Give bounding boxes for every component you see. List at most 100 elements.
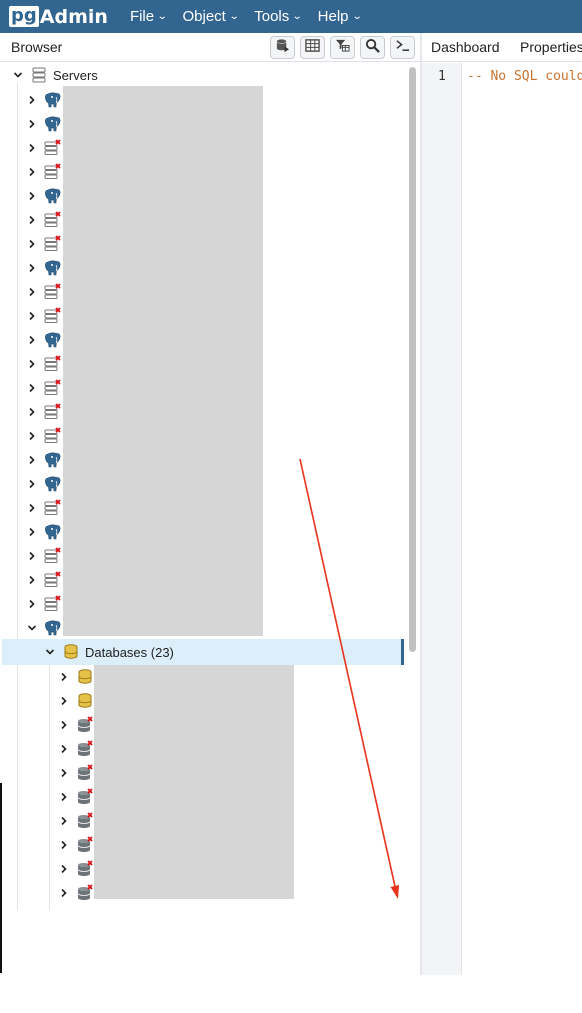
database-disconnected-icon bbox=[76, 764, 94, 782]
tree-row-server[interactable] bbox=[25, 232, 62, 256]
tree-row-server[interactable] bbox=[25, 280, 62, 304]
tree-row-database[interactable] bbox=[57, 881, 94, 905]
tree-row-server[interactable] bbox=[25, 616, 62, 640]
database-disconnected-icon bbox=[76, 884, 94, 902]
tree-row-server[interactable] bbox=[25, 112, 62, 136]
tab-dashboard[interactable]: Dashboard bbox=[431, 39, 500, 55]
chevron-right-icon[interactable] bbox=[25, 573, 39, 587]
chevron-right-icon[interactable] bbox=[25, 309, 39, 323]
database-icon bbox=[76, 692, 94, 710]
chevron-right-icon[interactable] bbox=[25, 405, 39, 419]
tree-row-server[interactable] bbox=[25, 568, 62, 592]
tree-row-server[interactable] bbox=[25, 160, 62, 184]
menu-help[interactable]: Help ⌄ bbox=[318, 8, 363, 25]
chevron-right-icon[interactable] bbox=[25, 525, 39, 539]
chevron-right-icon[interactable] bbox=[25, 381, 39, 395]
chevron-right-icon[interactable] bbox=[57, 694, 71, 708]
tree-row-server[interactable] bbox=[25, 424, 62, 448]
postgres-server-icon bbox=[44, 523, 62, 541]
chevron-right-icon[interactable] bbox=[57, 742, 71, 756]
chevron-right-icon[interactable] bbox=[25, 333, 39, 347]
filter-rows-button[interactable] bbox=[330, 36, 355, 59]
chevron-down-icon[interactable] bbox=[43, 645, 57, 659]
chevron-right-icon[interactable] bbox=[25, 237, 39, 251]
search-objects-button[interactable] bbox=[360, 36, 385, 59]
tree-row-database[interactable] bbox=[57, 713, 94, 737]
browser-panel-title: Browser bbox=[11, 39, 63, 55]
chevron-right-icon[interactable] bbox=[25, 165, 39, 179]
chevron-right-icon[interactable] bbox=[57, 766, 71, 780]
tree-row-server[interactable] bbox=[25, 304, 62, 328]
chevron-right-icon[interactable] bbox=[25, 93, 39, 107]
chevron-right-icon[interactable] bbox=[57, 670, 71, 684]
server-disconnected-icon bbox=[44, 355, 62, 373]
tree-row-server[interactable] bbox=[25, 520, 62, 544]
chevron-right-icon[interactable] bbox=[25, 501, 39, 515]
chevron-right-icon[interactable] bbox=[25, 357, 39, 371]
menu-file[interactable]: File ⌄ bbox=[130, 8, 168, 25]
tree-row-server[interactable] bbox=[25, 136, 62, 160]
tree-scrollbar-thumb[interactable] bbox=[409, 67, 416, 652]
chevron-right-icon[interactable] bbox=[25, 285, 39, 299]
chevron-right-icon[interactable] bbox=[57, 790, 71, 804]
chevron-right-icon[interactable] bbox=[57, 838, 71, 852]
tree-row-database[interactable] bbox=[57, 809, 94, 833]
chevron-down-icon[interactable] bbox=[11, 68, 25, 82]
tree-row-server[interactable] bbox=[25, 448, 62, 472]
redacted-database-names bbox=[94, 665, 294, 899]
chevron-right-icon[interactable] bbox=[25, 189, 39, 203]
tree-row-server[interactable] bbox=[25, 592, 62, 616]
tree-row-servers[interactable]: Servers bbox=[11, 63, 98, 87]
chevron-right-icon[interactable] bbox=[25, 453, 39, 467]
chevron-right-icon[interactable] bbox=[57, 814, 71, 828]
chevron-right-icon[interactable] bbox=[25, 117, 39, 131]
chevron-right-icon[interactable] bbox=[57, 718, 71, 732]
chevron-right-icon[interactable] bbox=[25, 261, 39, 275]
tree-row-database[interactable] bbox=[57, 857, 94, 881]
tree-row-database[interactable] bbox=[57, 737, 94, 761]
tree-row-server[interactable] bbox=[25, 472, 62, 496]
tree-row-server[interactable] bbox=[25, 376, 62, 400]
view-data-button[interactable] bbox=[300, 36, 325, 59]
chevron-right-icon[interactable] bbox=[25, 213, 39, 227]
chevron-down-icon: ⌄ bbox=[351, 11, 363, 22]
menu-tools[interactable]: Tools ⌄ bbox=[254, 8, 303, 25]
tree-row-server[interactable] bbox=[25, 256, 62, 280]
menu-tools-label: Tools bbox=[254, 8, 290, 25]
tree-row-database[interactable] bbox=[57, 665, 94, 689]
chevron-right-icon[interactable] bbox=[25, 141, 39, 155]
server-disconnected-icon bbox=[44, 139, 62, 157]
chevron-right-icon[interactable] bbox=[25, 429, 39, 443]
tab-properties[interactable]: Properties bbox=[520, 39, 582, 55]
servers-label: Servers bbox=[53, 67, 98, 83]
tree-row-server[interactable] bbox=[25, 208, 62, 232]
query-tool-button[interactable] bbox=[270, 36, 295, 59]
tree-row-database[interactable] bbox=[57, 833, 94, 857]
psql-tool-button[interactable] bbox=[390, 36, 415, 59]
tree-row-server[interactable] bbox=[25, 328, 62, 352]
databases-label: Databases (23) bbox=[85, 644, 174, 660]
chevron-right-icon[interactable] bbox=[57, 862, 71, 876]
tree-row-server[interactable] bbox=[25, 184, 62, 208]
chevron-down-icon[interactable] bbox=[25, 621, 39, 635]
database-disconnected-icon bbox=[76, 740, 94, 758]
tree-row-databases[interactable]: Databases (23) bbox=[43, 640, 174, 664]
tree-row-database[interactable] bbox=[57, 761, 94, 785]
tree-row-database[interactable] bbox=[57, 785, 94, 809]
tree-row-server[interactable] bbox=[25, 352, 62, 376]
tree-row-server[interactable] bbox=[25, 544, 62, 568]
database-disconnected-icon bbox=[76, 788, 94, 806]
chevron-right-icon[interactable] bbox=[25, 549, 39, 563]
chevron-right-icon[interactable] bbox=[25, 597, 39, 611]
chevron-right-icon[interactable] bbox=[25, 477, 39, 491]
tree-row-database[interactable] bbox=[57, 689, 94, 713]
database-disconnected-icon bbox=[76, 860, 94, 878]
tree-row-server[interactable] bbox=[25, 400, 62, 424]
tree-row-server[interactable] bbox=[25, 88, 62, 112]
menu-object[interactable]: Object ⌄ bbox=[183, 8, 240, 25]
server-disconnected-icon bbox=[44, 211, 62, 229]
chevron-right-icon[interactable] bbox=[57, 886, 71, 900]
sql-editor-text[interactable]: -- No SQL could be generated for the sel… bbox=[467, 69, 582, 84]
server-disconnected-icon bbox=[44, 499, 62, 517]
tree-row-server[interactable] bbox=[25, 496, 62, 520]
